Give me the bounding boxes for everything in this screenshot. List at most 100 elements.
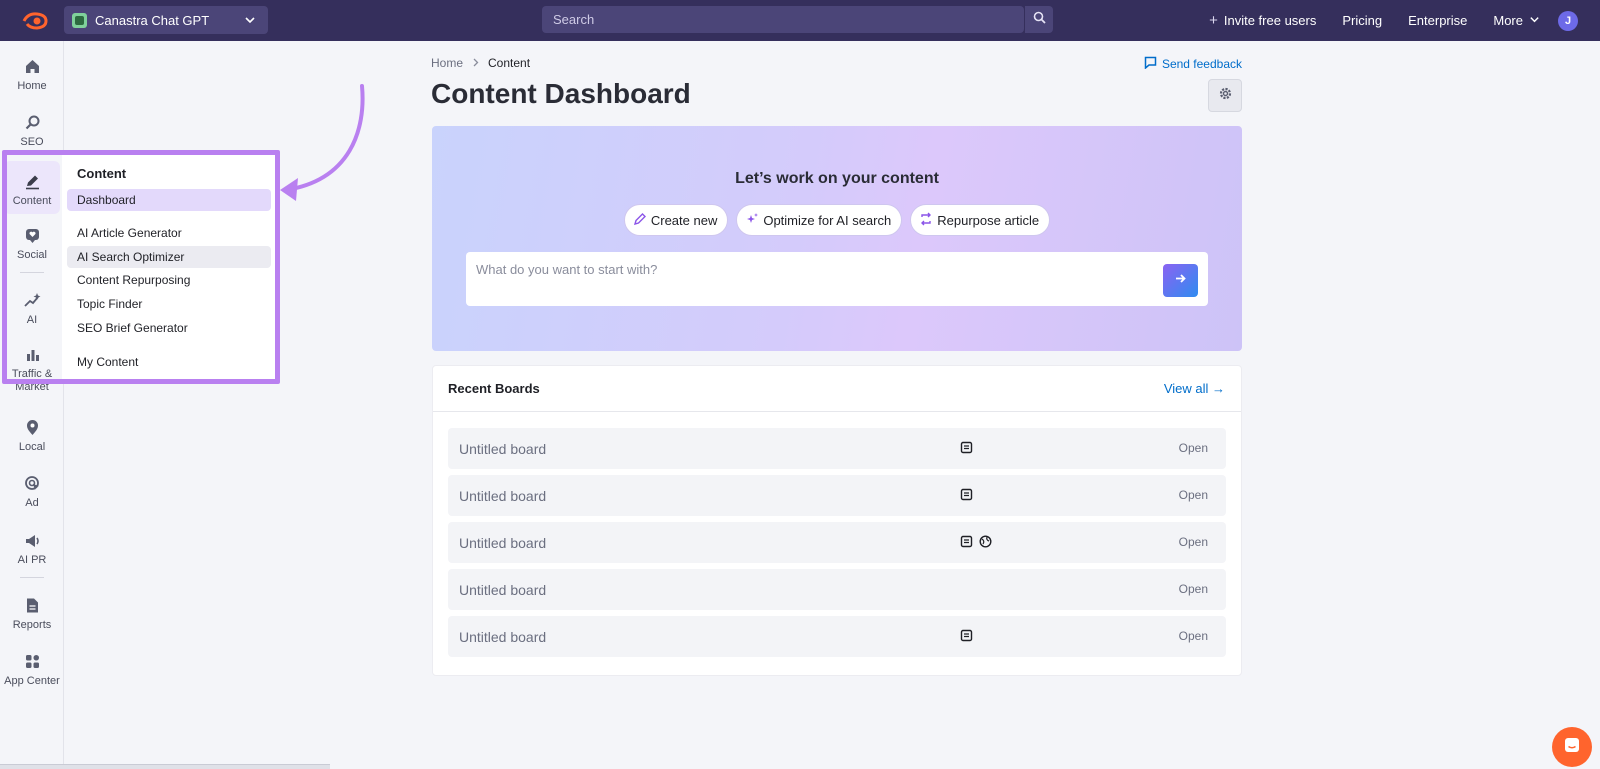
board-status-icons [960,535,992,553]
open-board-button[interactable]: Open [1179,582,1208,596]
quick-action-chips: Create new Optimize for AI search Repurp… [432,204,1242,236]
arrow-right-icon [1174,272,1187,290]
enterprise-label: Enterprise [1408,13,1468,28]
chip-label: Repurpose article [937,212,1040,228]
repeat-icon [919,212,933,229]
page-title: Content Dashboard [431,78,691,109]
rail-item-reports[interactable]: Reports [4,594,60,632]
invite-users-label: Invite free users [1223,13,1317,28]
highlight-outline [2,150,280,384]
document-icon [960,488,973,506]
gear-icon [1218,86,1233,106]
document-icon [960,535,973,553]
invite-users-link[interactable]: + Invite free users [1209,12,1316,29]
project-icon [72,12,87,28]
board-status-icons [960,629,973,647]
prompt-input[interactable] [476,258,1136,280]
semrush-logo-icon[interactable] [20,11,50,31]
recent-boards-header: Recent Boards View all → [433,366,1241,412]
rail-item-app-center[interactable]: App Center [4,650,60,688]
breadcrumb: Home Content [431,56,530,70]
recent-boards-panel: Recent Boards View all → Untitled board O… [432,365,1242,676]
rail-item-local[interactable]: Local [4,416,60,454]
open-board-button[interactable]: Open [1179,629,1208,643]
annotation-arrow-icon [280,84,365,201]
document-icon [960,441,973,459]
enterprise-link[interactable]: Enterprise [1408,13,1467,28]
submit-prompt-button[interactable] [1163,264,1198,297]
send-feedback-link[interactable]: Send feedback [1144,56,1242,72]
top-bar: Canastra Chat GPT Search + Invite free u… [0,0,1600,41]
rail-item-ai-pr[interactable]: AI PR [4,529,60,567]
open-board-button[interactable]: Open [1179,488,1208,502]
feedback-icon [1144,56,1157,72]
map-pin-icon [24,416,41,438]
more-label: More [1493,13,1523,28]
prompt-box [466,252,1208,306]
plus-icon: + [1209,12,1218,29]
chat-icon [1563,736,1581,759]
rail-label: Reports [12,619,52,631]
document-icon [24,594,41,616]
megaphone-icon [24,529,41,551]
rail-item-seo[interactable]: SEO [4,111,60,149]
open-board-button[interactable]: Open [1179,441,1208,455]
board-row[interactable]: Untitled board Open [448,616,1226,657]
bottom-scroll-strip [0,764,330,769]
pricing-label: Pricing [1342,13,1383,28]
document-icon [960,629,973,647]
rail-label: Local [18,441,46,453]
pencil-icon [633,212,647,229]
send-feedback-label: Send feedback [1161,57,1242,71]
board-status-icons [960,441,973,459]
recent-boards-title: Recent Boards [448,381,540,396]
target-cursor-icon [24,472,41,494]
rail-item-home[interactable]: Home [4,55,60,93]
more-menu[interactable]: More [1493,13,1540,28]
repurpose-article-chip[interactable]: Repurpose article [910,204,1051,236]
rail-label: Ad [25,497,39,509]
board-name: Untitled board [459,441,547,457]
user-avatar[interactable]: J [1558,10,1578,31]
support-chat-button[interactable] [1552,727,1592,767]
seo-icon [24,111,41,133]
global-search-input[interactable]: Search [542,6,1024,33]
home-icon [24,55,41,77]
chip-label: Create new [650,212,718,228]
search-icon [1033,11,1046,29]
rail-divider [20,577,44,578]
rail-label: SEO [20,136,44,148]
search-placeholder: Search [553,12,595,27]
view-all-link[interactable]: View all → [1164,381,1225,396]
content-hero-panel: Let’s work on your content Create new Op… [432,126,1242,351]
board-row[interactable]: Untitled board Open [448,428,1226,469]
board-name: Untitled board [459,629,547,645]
breadcrumb-content: Content [488,56,531,70]
top-nav-links: + Invite free users Pricing Enterprise M… [1209,0,1600,41]
settings-button[interactable] [1208,79,1242,112]
search-button[interactable] [1024,6,1053,33]
chevron-right-icon [471,56,480,70]
board-row[interactable]: Untitled board Open [448,522,1226,563]
globe-icon [979,535,992,553]
chevron-down-icon [244,14,256,29]
breadcrumb-home[interactable]: Home [431,56,463,70]
board-row[interactable]: Untitled board Open [448,475,1226,516]
create-new-chip[interactable]: Create new [623,204,729,236]
rail-label: AI PR [17,554,47,566]
board-name: Untitled board [459,488,547,504]
board-status-icons [960,488,973,506]
optimize-ai-search-chip[interactable]: Optimize for AI search [736,204,903,236]
apps-grid-icon [24,650,41,672]
rail-label: Home [17,80,47,92]
rail-label: App Center [4,675,60,687]
hero-title: Let’s work on your content [735,170,939,187]
project-selector[interactable]: Canastra Chat GPT [64,6,268,34]
board-name: Untitled board [459,582,547,598]
sparkle-icon [745,212,759,229]
board-row[interactable]: Untitled board Open [448,569,1226,610]
open-board-button[interactable]: Open [1179,535,1208,549]
chip-label: Optimize for AI search [763,212,892,228]
pricing-link[interactable]: Pricing [1342,13,1382,28]
rail-item-ad[interactable]: Ad [4,472,60,510]
